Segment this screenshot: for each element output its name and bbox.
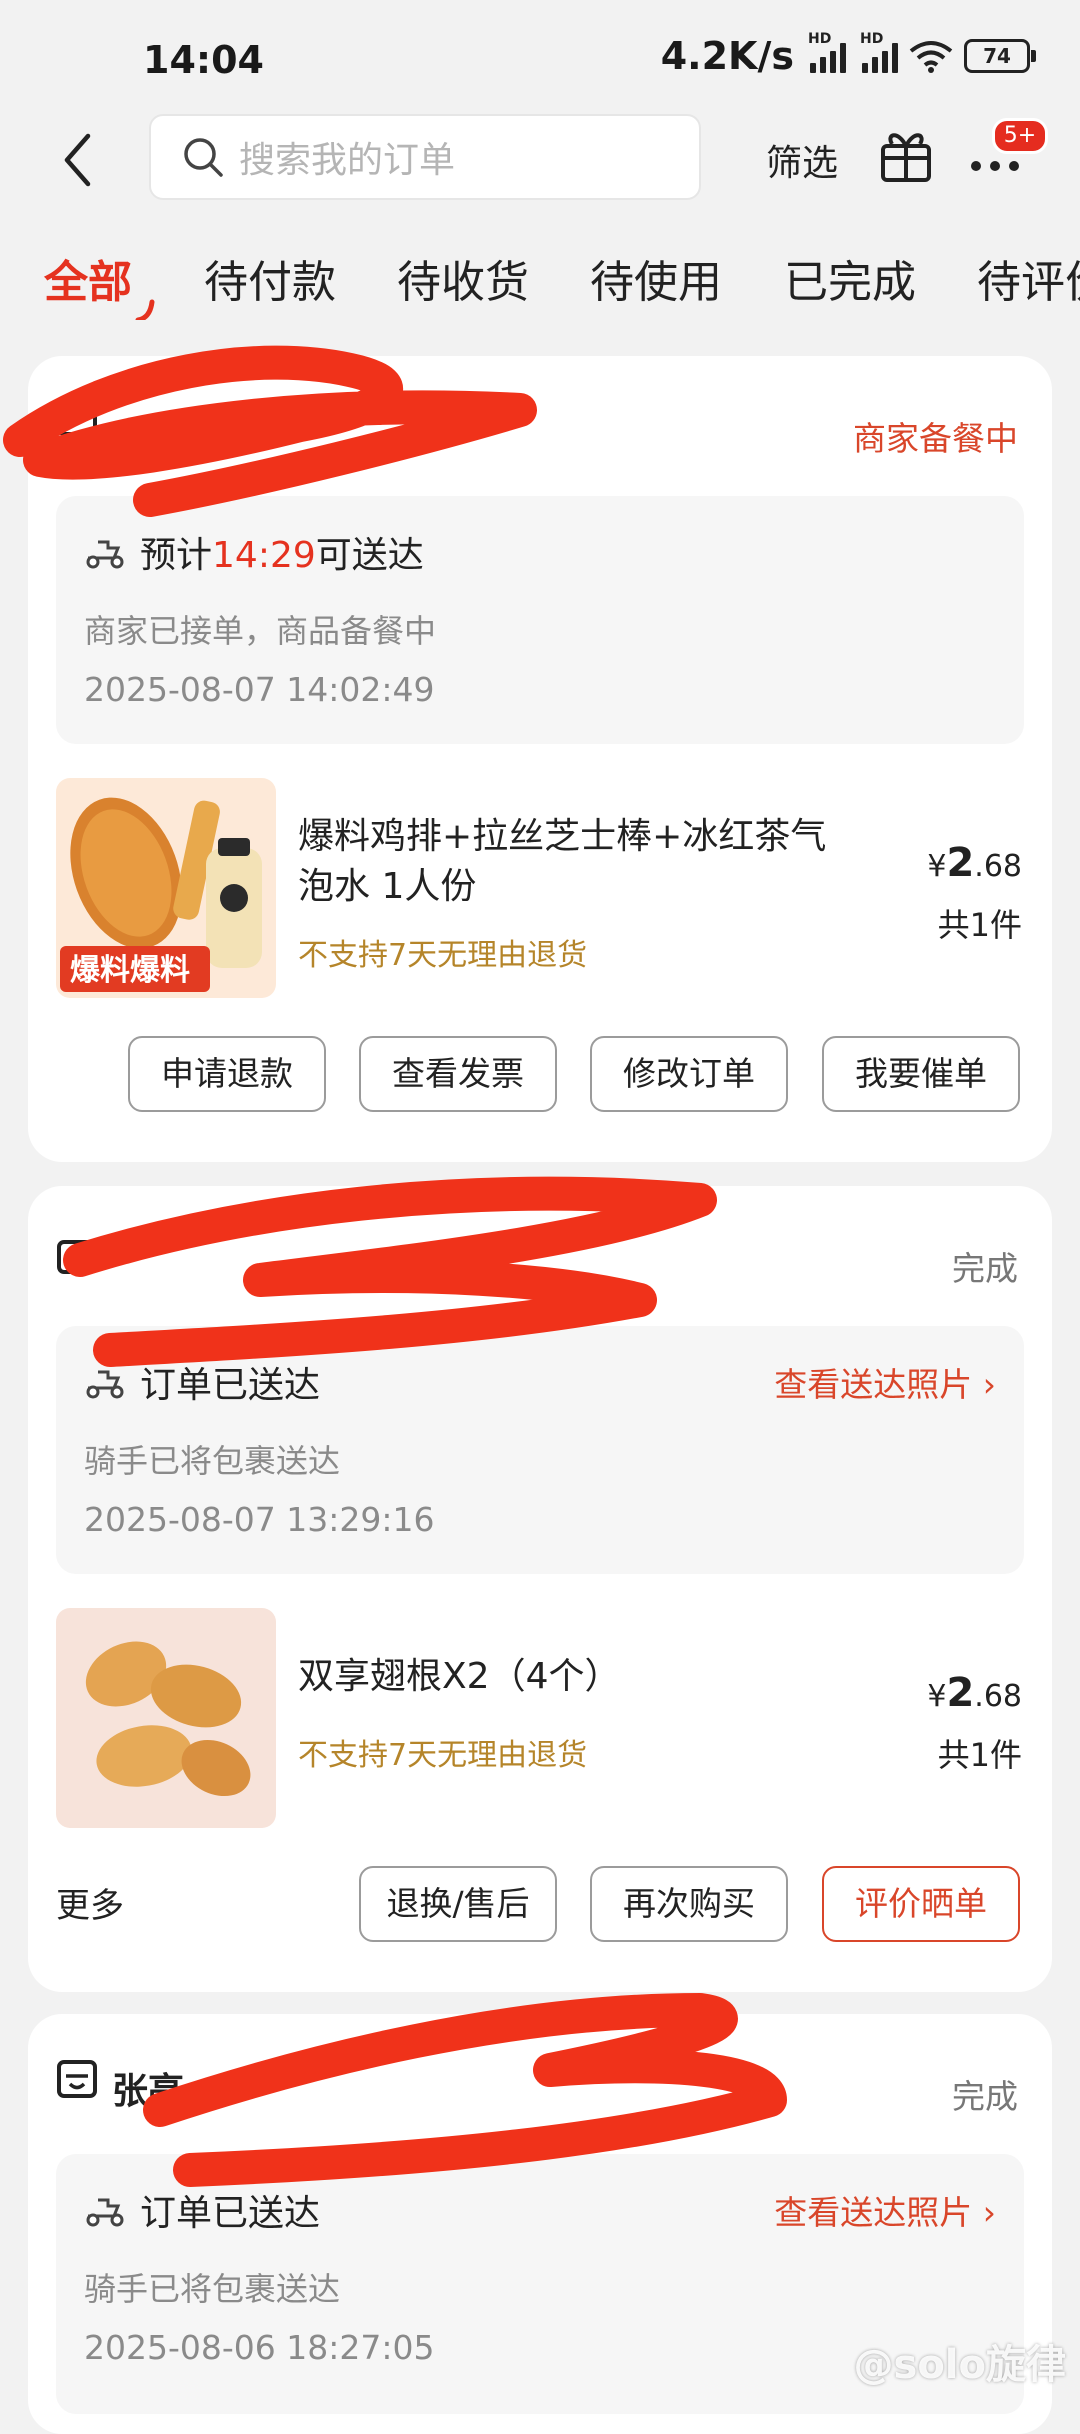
tab-pending-receipt[interactable]: 待收货 <box>397 246 529 310</box>
eta-time: 14:29 <box>212 535 316 576</box>
chevron-right-icon: › <box>982 2193 996 2232</box>
product-qty: 共1件 <box>937 1736 1022 1774</box>
battery-icon: 74 <box>964 39 1036 73</box>
chevron-left-icon <box>64 133 91 187</box>
return-aftersale-button[interactable]: 退换/售后 <box>359 1866 557 1942</box>
signal-icon-2: HD <box>860 31 898 73</box>
top-bar: 搜索我的订单 筛选 5+ <box>0 110 1080 210</box>
product-image[interactable]: 爆料爆料 <box>56 778 276 998</box>
delivery-scooter-icon <box>86 540 124 569</box>
buy-again-button[interactable]: 再次购买 <box>590 1866 788 1942</box>
tab-all[interactable]: 全部 <box>44 246 132 310</box>
order-status: 完成 <box>952 2077 1018 2116</box>
order-timestamp: 2025-08-06 18:27:05 <box>84 2328 435 2367</box>
delivery-desc: 骑手已将包裹送达 <box>84 1442 341 1480</box>
view-invoice-button[interactable]: 查看发票 <box>359 1036 557 1112</box>
tab-pending-review[interactable]: 待评价 <box>977 246 1080 310</box>
product-image[interactable] <box>56 1608 276 1828</box>
search-icon <box>184 138 223 177</box>
delivery-eta: 预计14:29可送达 <box>140 535 424 576</box>
chevron-right-icon: › <box>982 1365 996 1404</box>
tab-completed[interactable]: 已完成 <box>784 246 916 310</box>
delivery-scooter-icon <box>86 2198 124 2227</box>
delivery-info[interactable]: 订单已送达 查看送达照片 › 骑手已将包裹送达 2025-08-07 13:29… <box>56 1326 1024 1574</box>
view-delivery-photo-link[interactable]: 查看送达照片 › <box>774 1358 996 1406</box>
order-status: 商家备餐中 <box>853 419 1018 458</box>
order-tabs: 全部 待付款 待收货 待使用 已完成 待评价 <box>0 240 1080 320</box>
active-tab-indicator <box>135 299 155 320</box>
notification-badge: 5+ <box>992 118 1048 154</box>
order-timestamp: 2025-08-07 13:29:16 <box>84 1500 435 1539</box>
shop-name[interactable]: 张亮 <box>112 2062 184 2114</box>
product-qty: 共1件 <box>937 906 1022 944</box>
order-card[interactable]: 完成 订单已送达 查看送达照片 › 骑手已将包裹送达 2025-08-07 13… <box>28 1186 1052 1992</box>
order-status: 完成 <box>952 1249 1018 1288</box>
order-timestamp: 2025-08-07 14:02:49 <box>84 670 435 709</box>
filter-button[interactable]: 筛选 <box>766 134 838 186</box>
tab-pending-payment[interactable]: 待付款 <box>204 246 336 310</box>
shop-icon <box>57 402 97 436</box>
svg-text:爆料爆料: 爆料爆料 <box>70 953 190 988</box>
product-price: ¥2.68 <box>927 1670 1022 1716</box>
order-search-input[interactable]: 搜索我的订单 <box>149 114 701 200</box>
delivery-desc: 骑手已将包裹送达 <box>84 2270 341 2308</box>
back-button[interactable] <box>52 130 102 190</box>
wifi-icon <box>909 41 953 73</box>
delivery-title: 订单已送达 <box>140 2193 321 2234</box>
product-name[interactable]: 爆料鸡排+拉丝芝士棒+冰红茶气泡水 1人份 <box>298 812 858 912</box>
tab-pending-use[interactable]: 待使用 <box>590 246 722 310</box>
search-placeholder: 搜索我的订单 <box>239 140 456 181</box>
no-return-notice: 不支持7天无理由退货 <box>298 1738 588 1773</box>
refund-button[interactable]: 申请退款 <box>128 1036 326 1112</box>
review-order-button[interactable]: 评价晒单 <box>822 1866 1020 1942</box>
clock: 14:04 <box>143 38 264 82</box>
status-icons: 4.2K/s HD HD 74 <box>660 31 1036 78</box>
signal-icon: HD <box>808 31 846 73</box>
product-name[interactable]: 双享翅根X2（4个） <box>298 1652 858 1702</box>
status-bar: 14:04 4.2K/s HD HD 74 <box>0 0 1080 110</box>
delivery-title: 订单已送达 <box>140 1365 321 1406</box>
order-card[interactable]: 商家备餐中 预计14:29可送达 商家已接单，商品备餐中 2025-08-07 … <box>28 356 1052 1162</box>
modify-order-button[interactable]: 修改订单 <box>590 1036 788 1112</box>
no-return-notice: 不支持7天无理由退货 <box>298 938 588 973</box>
delivery-info[interactable]: 预计14:29可送达 商家已接单，商品备餐中 2025-08-07 14:02:… <box>56 496 1024 744</box>
shop-icon <box>57 1240 97 1274</box>
urge-order-button[interactable]: 我要催单 <box>822 1036 1020 1112</box>
network-speed: 4.2K/s <box>660 34 794 78</box>
shop-row[interactable]: 完成 <box>28 1186 1052 1306</box>
shop-row[interactable]: 商家备餐中 <box>28 356 1052 476</box>
product-price: ¥2.68 <box>927 840 1022 886</box>
delivery-desc: 商家已接单，商品备餐中 <box>84 612 437 650</box>
shop-icon <box>57 2060 97 2098</box>
shop-row[interactable]: 张亮 完成 <box>28 2014 1052 2134</box>
more-actions-button[interactable]: 更多 <box>56 1878 124 1927</box>
watermark: @solo旋律 <box>853 2342 1066 2388</box>
gift-icon[interactable] <box>878 126 934 184</box>
delivery-scooter-icon <box>86 1370 124 1399</box>
view-delivery-photo-link[interactable]: 查看送达照片 › <box>774 2186 996 2234</box>
